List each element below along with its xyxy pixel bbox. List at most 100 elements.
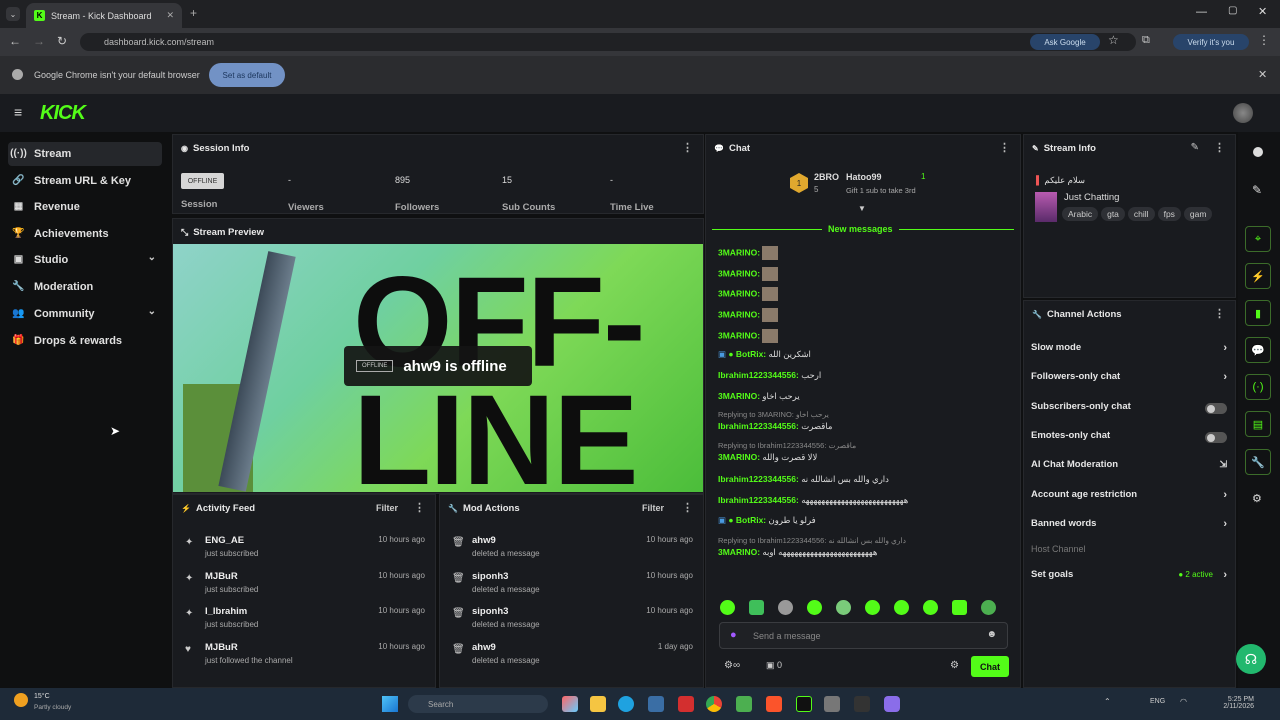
emote-icon[interactable] — [720, 600, 735, 615]
set-default-button[interactable]: Set as default — [209, 63, 285, 87]
session-options-icon[interactable]: ⋮ — [682, 141, 693, 154]
collapse-pinned-icon[interactable]: ▼ — [858, 204, 866, 213]
mod-options-icon[interactable]: ⋮ — [682, 501, 693, 514]
pencil-icon[interactable]: ✎ — [1252, 183, 1262, 197]
taskbar-search[interactable]: Search — [408, 695, 548, 713]
rail-broadcast-button[interactable]: (·) — [1245, 374, 1271, 400]
emote-icon[interactable] — [923, 600, 938, 615]
emote-icon[interactable] — [807, 600, 822, 615]
stream-info-options-icon[interactable]: ⋮ — [1214, 141, 1225, 154]
emote-icon[interactable] — [894, 600, 909, 615]
activity-options-icon[interactable]: ⋮ — [414, 501, 425, 514]
category-thumbnail[interactable] — [1035, 192, 1057, 222]
tab-search-button[interactable]: ⌄ — [6, 7, 20, 21]
rail-lightning-button[interactable]: ⚡ — [1245, 263, 1271, 289]
maximize-button[interactable]: ▢ — [1228, 5, 1237, 16]
hamburger-menu-icon[interactable]: ≡ — [14, 104, 22, 120]
emotes-only-row[interactable]: Emotes-only chat — [1031, 430, 1227, 446]
app-dark-icon[interactable] — [854, 696, 870, 712]
sidebar-item-stream[interactable]: ((·)) Stream — [8, 142, 162, 166]
gift-sub-text[interactable]: Gift 1 sub to take 3rd — [846, 186, 916, 195]
banned-words-row[interactable]: Banned words › — [1031, 518, 1227, 534]
tag[interactable]: Arabic — [1062, 207, 1099, 221]
sidebar-item-drops-rewards[interactable]: 🎁 Drops & rewards — [8, 329, 162, 353]
window-close-button[interactable]: ✕ — [1258, 5, 1267, 18]
reload-button[interactable]: ↻ — [57, 34, 67, 48]
emote-icon[interactable] — [778, 600, 793, 615]
avatar[interactable] — [1233, 103, 1253, 123]
verify-profile-button[interactable]: Verify it's you — [1173, 34, 1249, 50]
ask-google-button[interactable]: Ask Google — [1030, 34, 1100, 50]
chat-send-button[interactable]: Chat — [971, 656, 1009, 677]
rail-settings-icon[interactable]: ⚙ — [1252, 492, 1262, 505]
sidebar-item-stream-url-key[interactable]: 🔗 Stream URL & Key — [8, 169, 162, 193]
minimize-button[interactable]: — — [1196, 6, 1207, 18]
new-tab-button[interactable]: + — [190, 6, 197, 20]
settings-app-icon[interactable] — [824, 696, 840, 712]
chrome-taskbar-icon[interactable] — [706, 696, 722, 712]
channel-actions-options-icon[interactable]: ⋮ — [1214, 307, 1225, 320]
category-name[interactable]: Just Chatting — [1064, 192, 1119, 203]
url-input[interactable]: dashboard.kick.com/stream — [80, 33, 1136, 51]
close-infobar-icon[interactable]: ✕ — [1258, 68, 1267, 81]
gift-infinity-icon[interactable]: ⚙∞ — [724, 660, 740, 671]
ai-moderation-row[interactable]: AI Chat Moderation ⇲ — [1031, 459, 1227, 475]
file-explorer-icon[interactable] — [590, 696, 606, 712]
emote-icon[interactable] — [981, 600, 996, 615]
star-icon[interactable]: ☆ — [1108, 33, 1119, 47]
close-tab-icon[interactable]: ✕ — [166, 10, 174, 21]
activity-filter-button[interactable]: Filter — [376, 503, 398, 513]
set-goals-row[interactable]: Set goals ● 2 active › — [1031, 569, 1227, 585]
windows-start-icon[interactable] — [382, 696, 398, 712]
browser-tab[interactable]: K Stream - Kick Dashboard ✕ — [26, 3, 182, 28]
app-red-icon[interactable] — [678, 696, 694, 712]
emote-icon[interactable] — [749, 600, 764, 615]
app-purple-icon[interactable] — [884, 696, 900, 712]
forward-button[interactable]: → — [33, 34, 45, 48]
sidebar-item-achievements[interactable]: 🏆 Achievements — [8, 222, 162, 246]
app-green-icon[interactable] — [736, 696, 752, 712]
rail-raid-button[interactable]: ⌖ — [1245, 226, 1271, 252]
followers-only-row[interactable]: Followers-only chat › — [1031, 371, 1227, 387]
emotes-only-toggle[interactable] — [1205, 432, 1227, 443]
tag[interactable]: chill — [1127, 207, 1155, 221]
extensions-icon[interactable]: ⧉ — [1142, 34, 1150, 47]
copilot-icon[interactable] — [562, 696, 578, 712]
sidebar-item-studio[interactable]: ▣ Studio ⌄ — [8, 248, 162, 272]
emoji-picker-icon[interactable]: ☻ — [986, 629, 997, 640]
taskbar-clock[interactable]: 5:25 PM 2/11/2026 — [1200, 696, 1254, 710]
subscribers-only-row[interactable]: Subscribers-only chat — [1031, 401, 1227, 417]
host-channel-row[interactable]: Host Channel — [1031, 544, 1227, 560]
menu-icon[interactable]: ⋮ — [1258, 33, 1270, 47]
record-icon[interactable] — [1253, 147, 1263, 157]
edge-icon[interactable] — [618, 696, 634, 712]
rail-mod-button[interactable]: 🔧 — [1245, 449, 1271, 475]
input-language[interactable]: ENG — [1150, 698, 1165, 705]
microphone-icon[interactable]: ● — [730, 629, 737, 641]
weather-icon[interactable] — [14, 693, 28, 707]
chat-options-icon[interactable]: ⋮ — [999, 141, 1010, 154]
emote-icon[interactable] — [865, 600, 880, 615]
brave-icon[interactable] — [766, 696, 782, 712]
rail-poll-button[interactable]: ▤ — [1245, 411, 1271, 437]
sidebar-item-community[interactable]: 👥 Community ⌄ — [8, 302, 162, 326]
tag[interactable]: gam — [1183, 207, 1213, 221]
store-icon[interactable] — [648, 696, 664, 712]
tag[interactable]: gta — [1101, 207, 1125, 221]
sidebar-item-moderation[interactable]: 🔧 Moderation — [8, 275, 162, 299]
rail-clip-button[interactable]: ▮ — [1245, 300, 1271, 326]
wifi-icon[interactable]: ◠ — [1180, 697, 1187, 706]
edit-stream-info-icon[interactable]: ✎ — [1191, 142, 1199, 153]
slow-mode-row[interactable]: Slow mode › — [1031, 342, 1227, 358]
chat-settings-icon[interactable]: ⚙ — [950, 660, 959, 671]
help-button[interactable]: ☊ — [1236, 644, 1266, 674]
mod-filter-button[interactable]: Filter — [642, 503, 664, 513]
subscribers-only-toggle[interactable] — [1205, 403, 1227, 414]
emote-icon[interactable] — [836, 600, 851, 615]
sidebar-item-revenue[interactable]: ▦ Revenue — [8, 195, 162, 219]
rail-chat-button[interactable]: 💬 — [1245, 337, 1271, 363]
kick-logo[interactable]: KICK — [40, 102, 86, 125]
tray-chevron-icon[interactable]: ⌃ — [1104, 697, 1111, 706]
account-age-row[interactable]: Account age restriction › — [1031, 489, 1227, 505]
tag[interactable]: fps — [1157, 207, 1181, 221]
